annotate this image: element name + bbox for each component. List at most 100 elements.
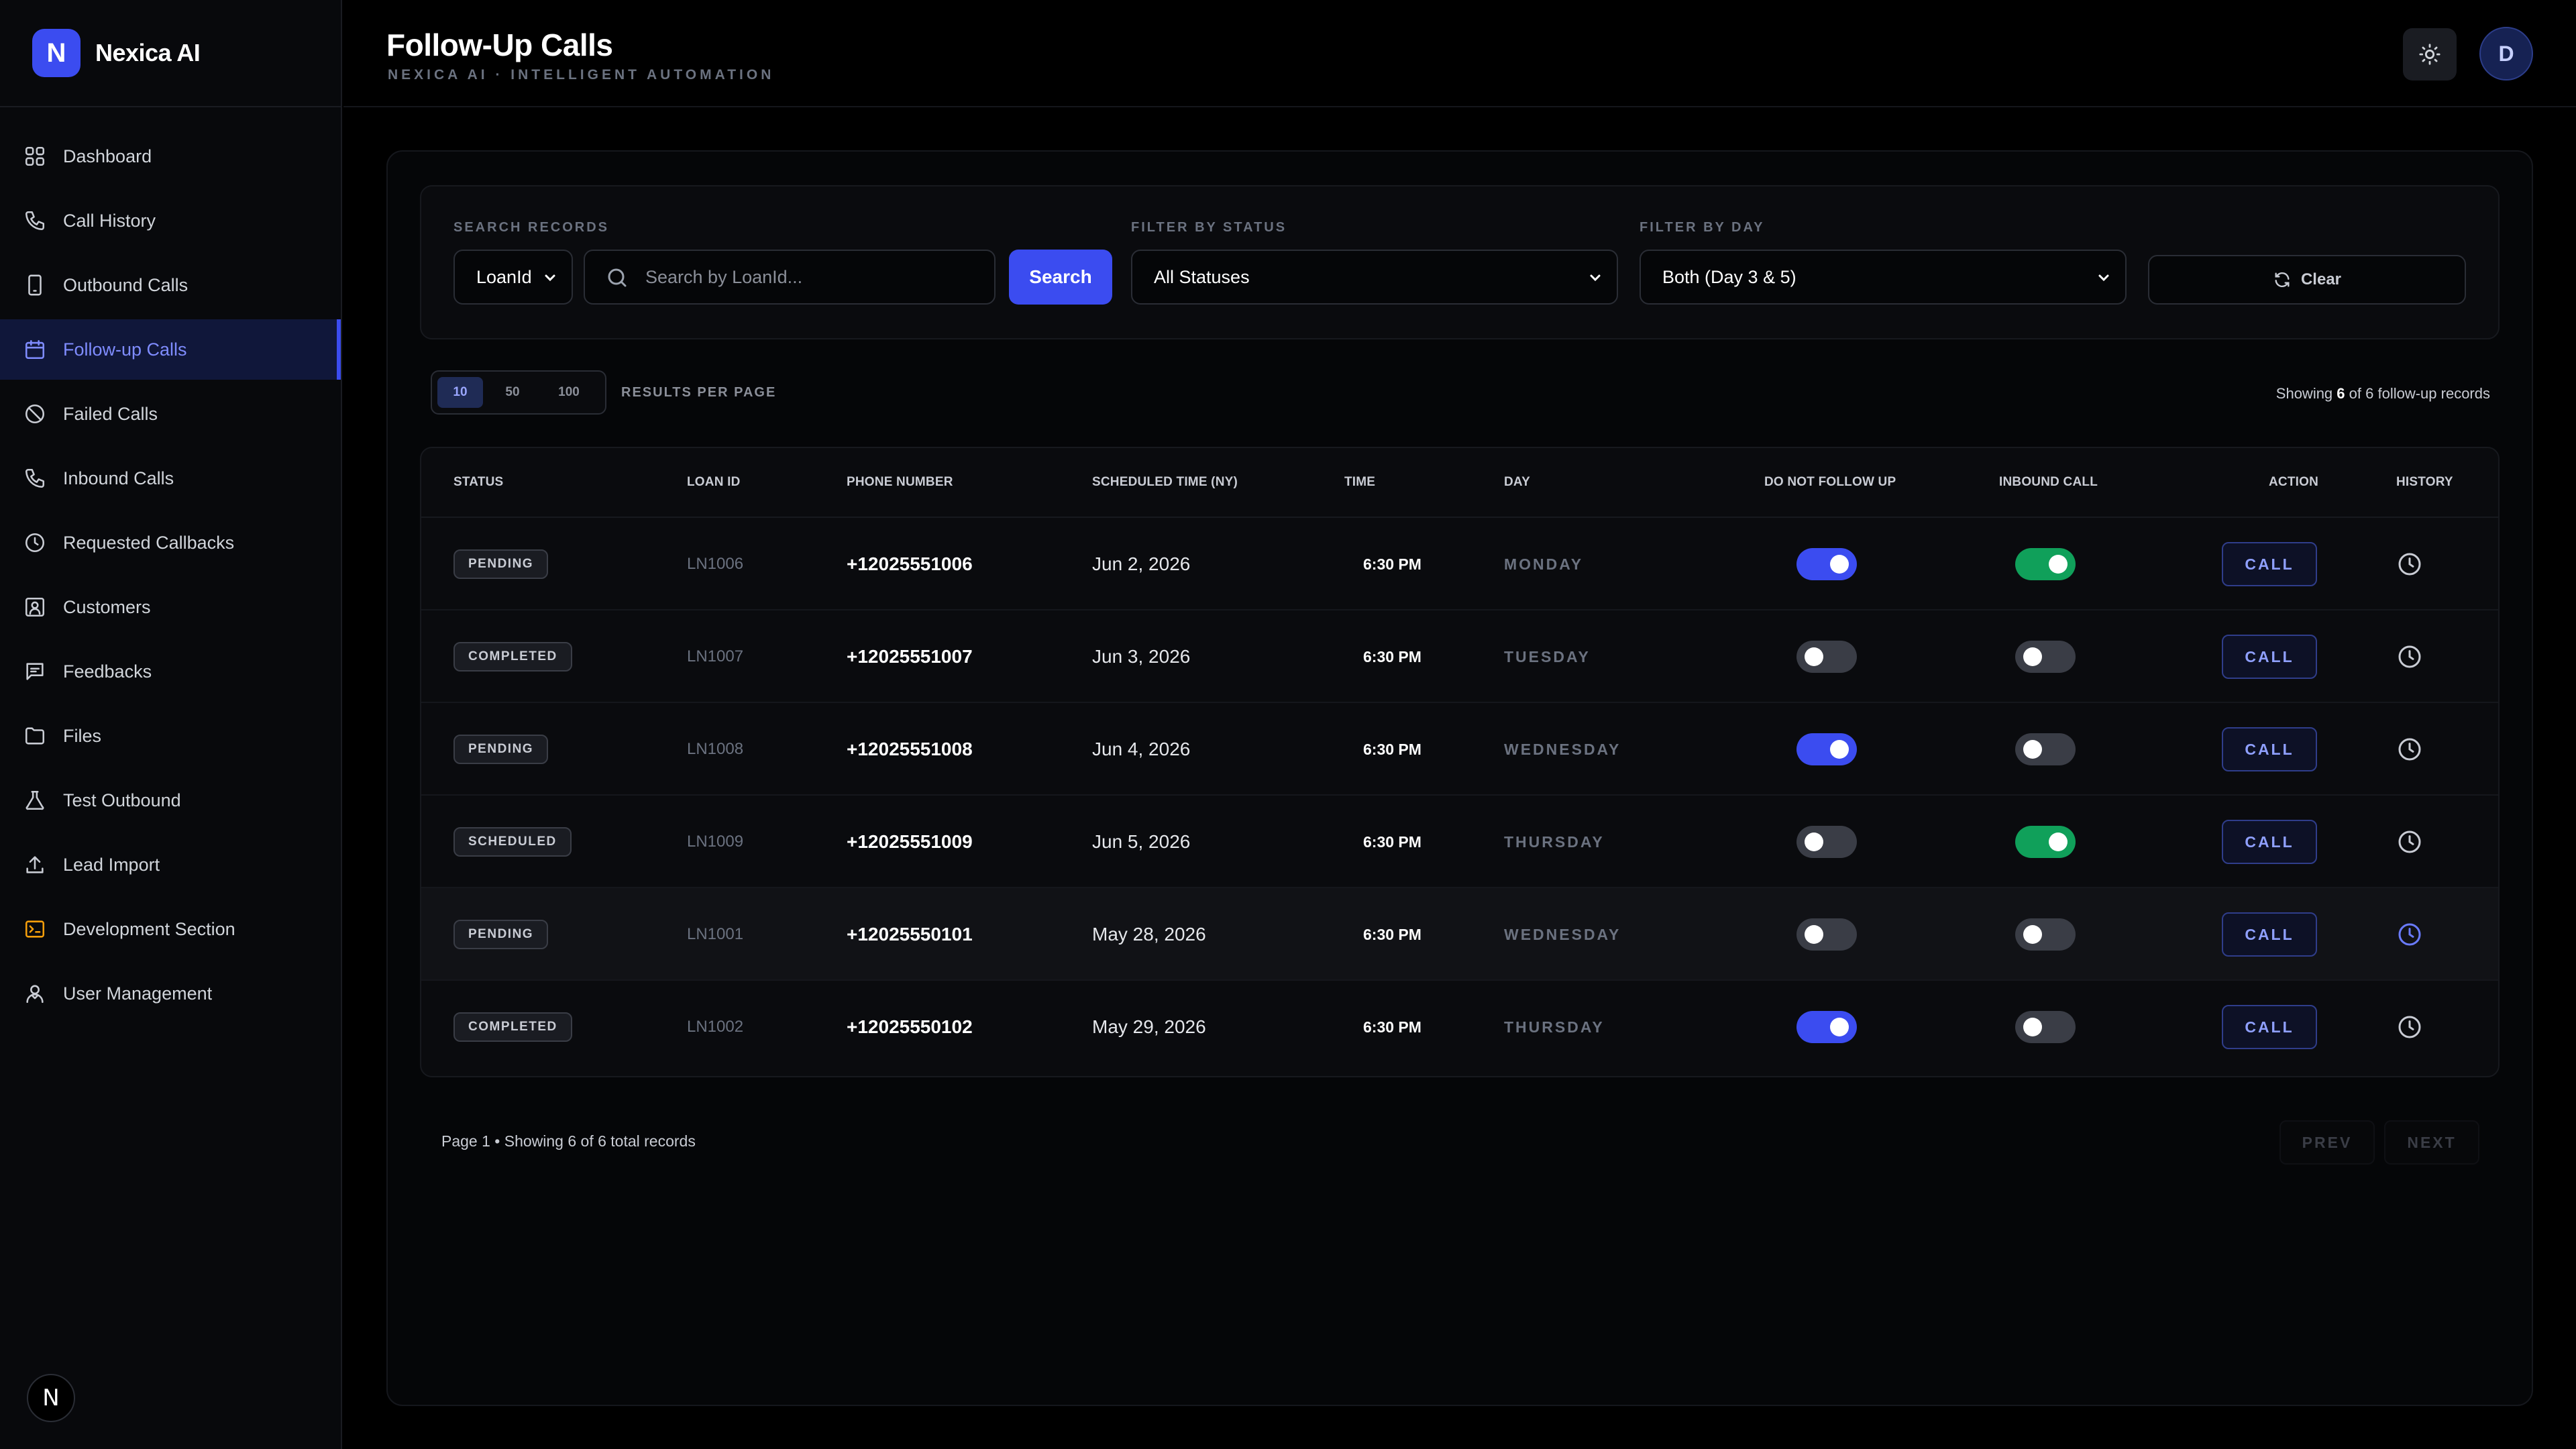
showing-summary: Showing 6 of 6 follow-up records — [2276, 385, 2490, 402]
sidebar-item-development-section[interactable]: Development Section — [0, 899, 341, 959]
do-not-follow-up-toggle[interactable] — [1796, 918, 1857, 951]
status-filter-select[interactable]: All Statuses — [1131, 250, 1618, 305]
sidebar-item-follow-up-calls[interactable]: Follow-up Calls — [0, 319, 341, 380]
avatar[interactable]: D — [2479, 27, 2533, 80]
day-filter-label: FILTER BY DAY — [1640, 220, 1765, 235]
chevron-down-icon — [1590, 274, 1601, 282]
phone-number: +12025550102 — [847, 1016, 973, 1037]
phone-number: +12025551006 — [847, 553, 973, 574]
day-label: THURSDAY — [1504, 833, 1605, 851]
history-icon[interactable] — [2396, 1014, 2423, 1040]
search-field-select[interactable]: LoanId — [453, 250, 573, 305]
search-input[interactable]: Search by LoanId... — [584, 250, 996, 305]
col-action: ACTION — [2269, 475, 2319, 489]
do-not-follow-up-toggle[interactable] — [1796, 641, 1857, 673]
sidebar-item-label: Lead Import — [63, 854, 160, 875]
phone-number: +12025551009 — [847, 831, 973, 852]
contact-icon — [23, 595, 47, 619]
clear-label: Clear — [2300, 270, 2342, 288]
sidebar-item-label: Development Section — [63, 918, 235, 939]
call-button[interactable]: CALL — [2222, 727, 2317, 771]
sidebar-item-label: Call History — [63, 210, 156, 231]
do-not-follow-up-toggle[interactable] — [1796, 1011, 1857, 1043]
sidebar-item-dashboard[interactable]: Dashboard — [0, 126, 341, 186]
phone-icon — [23, 466, 47, 490]
showing-prefix: Showing — [2275, 385, 2333, 402]
do-not-follow-up-toggle[interactable] — [1796, 733, 1857, 765]
status-filter-value: All Statuses — [1154, 266, 1250, 287]
sidebar-item-customers[interactable]: Customers — [0, 577, 341, 637]
sidebar-item-requested-callbacks[interactable]: Requested Callbacks — [0, 513, 341, 573]
theme-toggle-button[interactable] — [2403, 28, 2457, 80]
sidebar-item-outbound-calls[interactable]: Outbound Calls — [0, 255, 341, 315]
history-icon[interactable] — [2396, 921, 2423, 948]
call-button[interactable]: CALL — [2222, 635, 2317, 679]
phone-number: +12025550101 — [847, 924, 973, 945]
inbound-call-toggle[interactable] — [2015, 1011, 2076, 1043]
sidebar-item-inbound-calls[interactable]: Inbound Calls — [0, 448, 341, 508]
per-page-option-50[interactable]: 50 — [483, 377, 542, 408]
call-button[interactable]: CALL — [2222, 912, 2317, 957]
search-icon — [608, 268, 627, 287]
per-page-option-100[interactable]: 100 — [542, 377, 596, 408]
sidebar-item-failed-calls[interactable]: Failed Calls — [0, 384, 341, 444]
ban-icon — [23, 402, 47, 426]
loan-id: LN1002 — [687, 1018, 744, 1036]
sidebar-item-files[interactable]: Files — [0, 706, 341, 766]
search-button[interactable]: Search — [1009, 250, 1112, 305]
loan-id: LN1006 — [687, 555, 744, 573]
history-icon[interactable] — [2396, 643, 2423, 670]
inbound-call-toggle[interactable] — [2015, 641, 2076, 673]
inbound-call-toggle[interactable] — [2015, 826, 2076, 858]
sidebar-item-label: Follow-up Calls — [63, 339, 187, 360]
sidebar-item-label: Test Outbound — [63, 790, 181, 810]
sidebar-nav: Dashboard Call History Outbound Calls Follo… — [0, 107, 341, 1024]
table-row: PENDING LN1008 +12025551008 Jun 4, 2026 6:30… — [421, 703, 2498, 796]
table-row: SCHEDULED LN1009 +12025551009 Jun 5, 2026 6:… — [421, 796, 2498, 888]
users-icon — [23, 981, 47, 1006]
sun-icon — [2419, 44, 2440, 65]
table-body: PENDING LN1006 +12025551006 Jun 2, 2026 6:30… — [421, 518, 2498, 1073]
col-day: DAY — [1504, 475, 1530, 489]
next-button[interactable]: NEXT — [2384, 1120, 2479, 1165]
terminal-icon — [23, 917, 47, 941]
dashboard-icon — [23, 144, 47, 168]
sidebar-item-feedbacks[interactable]: Feedbacks — [0, 641, 341, 702]
brand-logo[interactable]: N — [32, 29, 80, 77]
col-do-not-follow-up: DO NOT FOLLOW UP — [1764, 475, 1896, 489]
sidebar-item-lead-import[interactable]: Lead Import — [0, 835, 341, 895]
chevron-down-icon — [545, 274, 555, 282]
col-phone: PHONE NUMBER — [847, 475, 953, 489]
do-not-follow-up-toggle[interactable] — [1796, 548, 1857, 580]
filters-panel: SEARCH RECORDS LoanId Search by LoanId..… — [420, 185, 2500, 339]
inbound-call-toggle[interactable] — [2015, 548, 2076, 580]
clear-button[interactable]: Clear — [2148, 255, 2466, 305]
flask-icon — [23, 788, 47, 812]
sidebar-item-call-history[interactable]: Call History — [0, 191, 341, 251]
history-icon[interactable] — [2396, 828, 2423, 855]
loan-id: LN1007 — [687, 647, 744, 665]
call-button[interactable]: CALL — [2222, 820, 2317, 864]
scheduled-date: Jun 5, 2026 — [1092, 831, 1191, 852]
page-info: Page 1 • Showing 6 of 6 total records — [441, 1132, 696, 1150]
brand-name: Nexica AI — [95, 39, 201, 66]
bottom-logo[interactable]: N — [27, 1374, 75, 1422]
per-page-option-10[interactable]: 10 — [437, 377, 483, 408]
day-filter-select[interactable]: Both (Day 3 & 5) — [1640, 250, 2127, 305]
call-button[interactable]: CALL — [2222, 542, 2317, 586]
do-not-follow-up-toggle[interactable] — [1796, 826, 1857, 858]
inbound-call-toggle[interactable] — [2015, 733, 2076, 765]
history-icon[interactable] — [2396, 551, 2423, 578]
sidebar-item-user-management[interactable]: User Management — [0, 963, 341, 1024]
prev-button[interactable]: PREV — [2279, 1120, 2375, 1165]
showing-count: 6 — [2337, 385, 2345, 402]
col-loanid: LOAN ID — [687, 475, 741, 489]
history-icon[interactable] — [2396, 736, 2423, 763]
sidebar-item-test-outbound[interactable]: Test Outbound — [0, 770, 341, 830]
search-field-value: LoanId — [476, 266, 532, 287]
day-label: MONDAY — [1504, 555, 1584, 573]
inbound-call-toggle[interactable] — [2015, 918, 2076, 951]
call-button[interactable]: CALL — [2222, 1005, 2317, 1049]
col-scheduled: SCHEDULED TIME (NY) — [1092, 475, 1238, 489]
page-subtitle: NEXICA AI · INTELLIGENT AUTOMATION — [388, 67, 775, 83]
